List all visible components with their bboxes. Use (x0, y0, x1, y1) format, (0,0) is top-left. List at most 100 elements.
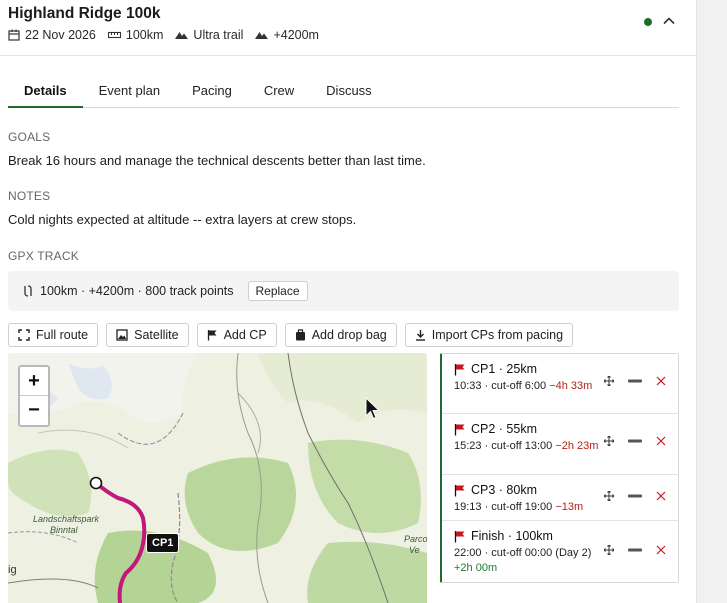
checkpoint-times-text: 22:00 · cut-off 00:00 (Day 2) (454, 547, 592, 559)
checkpoint-title: CP2 · 55km (471, 422, 537, 436)
zoom-out-button[interactable]: − (20, 396, 48, 425)
status-dot (644, 18, 652, 26)
checkpoint-times: 10:33 · cut-off 6:00 −4h 33m (454, 379, 604, 394)
edit-icon[interactable] (628, 379, 642, 383)
notes-label: NOTES (8, 189, 51, 203)
map-toolbar: Full route Satellite Add CP Add drop bag… (8, 323, 574, 347)
checkpoint-times: 19:13 · cut-off 19:00 −13m (454, 500, 634, 515)
race-distance-text: 100km (125, 28, 164, 42)
checkpoint-list: CP1 · 25km 10:33 · cut-off 6:00 −4h 33m … (440, 353, 679, 583)
tab-event-plan[interactable]: Event plan (83, 79, 176, 108)
move-icon[interactable] (604, 545, 614, 555)
checkpoint-actions (604, 376, 666, 386)
satellite-label: Satellite (134, 328, 179, 342)
map-place-label: ig (8, 564, 17, 576)
edit-icon[interactable] (628, 548, 642, 552)
add-cp-label: Add CP (223, 328, 267, 342)
checkpoint-times-text: 10:33 · cut-off 6:00 (454, 380, 550, 392)
map-place-label: Landschaftspark (33, 514, 100, 524)
satellite-button[interactable]: Satellite (106, 323, 189, 347)
checkpoint-times-text: 19:13 · cut-off 19:00 (454, 501, 556, 513)
checkpoint-actions (604, 545, 666, 555)
map-terrain (8, 353, 427, 603)
tab-bar: Details Event plan Pacing Crew Discuss (8, 79, 679, 108)
route-map[interactable]: + − Landschaftspark Binntal Parco Ve ig … (8, 353, 427, 603)
full-route-button[interactable]: Full route (8, 323, 99, 347)
image-icon (116, 329, 128, 341)
edit-icon[interactable] (628, 439, 642, 443)
race-elevation: +4200m (255, 28, 319, 42)
checkpoint-item[interactable]: CP1 · 25km 10:33 · cut-off 6:00 −4h 33m (442, 354, 678, 414)
tab-pacing[interactable]: Pacing (176, 79, 248, 108)
race-detail-panel: Highland Ridge 100k 22 Nov 2026 100km Ul… (0, 0, 697, 603)
mouse-cursor-icon (365, 397, 381, 420)
checkpoint-title: CP3 · 80km (471, 483, 537, 497)
add-drop-bag-label: Add drop bag (311, 328, 387, 342)
checkpoint-times-text: 15:23 · cut-off 13:00 (454, 440, 556, 452)
add-cp-button[interactable]: Add CP (196, 323, 277, 347)
ruler-icon (107, 31, 121, 39)
move-icon[interactable] (604, 436, 614, 446)
edit-icon[interactable] (628, 494, 642, 498)
race-distance: 100km (107, 28, 164, 42)
race-date-text: 22 Nov 2026 (25, 28, 96, 42)
checkpoint-delta: −2h 23m (555, 440, 599, 452)
tab-discuss[interactable]: Discuss (310, 79, 388, 108)
import-cps-button[interactable]: Import CPs from pacing (404, 323, 574, 347)
race-type: Ultra trail (175, 28, 243, 42)
close-icon[interactable] (656, 436, 666, 446)
notes-text: Cold nights expected at altitude -- extr… (8, 212, 357, 227)
checkpoint-item[interactable]: Finish · 100km 22:00 · cut-off 00:00 (Da… (442, 521, 678, 582)
checkpoint-delta: −13m (555, 501, 584, 513)
checkpoint-item[interactable]: CP2 · 55km 15:23 · cut-off 13:00 −2h 23m (442, 414, 678, 475)
download-icon (415, 330, 425, 341)
checkpoint-actions (604, 491, 666, 501)
race-title: Highland Ridge 100k (8, 5, 161, 22)
flag-icon (454, 423, 465, 435)
map-place-label: Binntal (50, 525, 78, 535)
cp1-map-marker[interactable]: CP1 (146, 533, 180, 553)
close-icon[interactable] (656, 376, 666, 386)
goals-label: GOALS (8, 130, 51, 144)
race-type-text: Ultra trail (193, 28, 244, 42)
race-date: 22 Nov 2026 (8, 28, 96, 42)
checkpoint-delta: −4h 33m (549, 380, 593, 392)
checkpoint-title: CP1 · 25km (471, 362, 537, 376)
calendar-icon (8, 29, 20, 41)
checkpoint-times: 15:23 · cut-off 13:00 −2h 23m (454, 439, 604, 454)
checkpoint-delta: +2h 00m (454, 562, 498, 574)
map-place-label: Ve (409, 545, 420, 555)
checkpoint-head: CP1 · 25km (454, 362, 678, 376)
chevron-up-icon[interactable] (662, 14, 676, 28)
close-icon[interactable] (656, 545, 666, 555)
move-icon[interactable] (604, 491, 614, 501)
checkpoint-title: Finish · 100km (471, 529, 553, 543)
checkpoint-item[interactable]: CP3 · 80km 19:13 · cut-off 19:00 −13m (442, 475, 678, 521)
flag-icon (207, 330, 217, 341)
flag-icon (454, 363, 465, 375)
flag-icon (454, 484, 465, 496)
checkpoint-actions (604, 436, 666, 446)
checkpoint-head: Finish · 100km (454, 529, 678, 543)
replace-gpx-button[interactable]: Replace (247, 281, 308, 301)
bag-icon (295, 329, 305, 341)
gpx-track-box: 100km · +4200m · 800 track points Replac… (8, 271, 679, 311)
add-drop-bag-button[interactable]: Add drop bag (284, 323, 397, 347)
tab-crew[interactable]: Crew (248, 79, 310, 108)
flag-icon (454, 530, 465, 542)
map-place-label: Parco (404, 534, 427, 544)
move-icon[interactable] (604, 376, 614, 386)
import-cps-label: Import CPs from pacing (431, 328, 564, 342)
scroll-rail[interactable] (697, 0, 727, 603)
zoom-in-button[interactable]: + (20, 367, 48, 396)
close-icon[interactable] (656, 491, 666, 501)
checkpoint-times: 22:00 · cut-off 00:00 (Day 2) +2h 00m (454, 546, 604, 576)
checkpoint-head: CP2 · 55km (454, 422, 678, 436)
tab-details[interactable]: Details (8, 79, 83, 108)
fullscreen-icon (18, 329, 30, 341)
zoom-control: + − (18, 365, 50, 427)
mountain-icon (175, 32, 189, 39)
race-elevation-text: +4200m (273, 28, 319, 42)
route-icon (24, 285, 32, 297)
gpx-label: GPX TRACK (8, 249, 79, 263)
